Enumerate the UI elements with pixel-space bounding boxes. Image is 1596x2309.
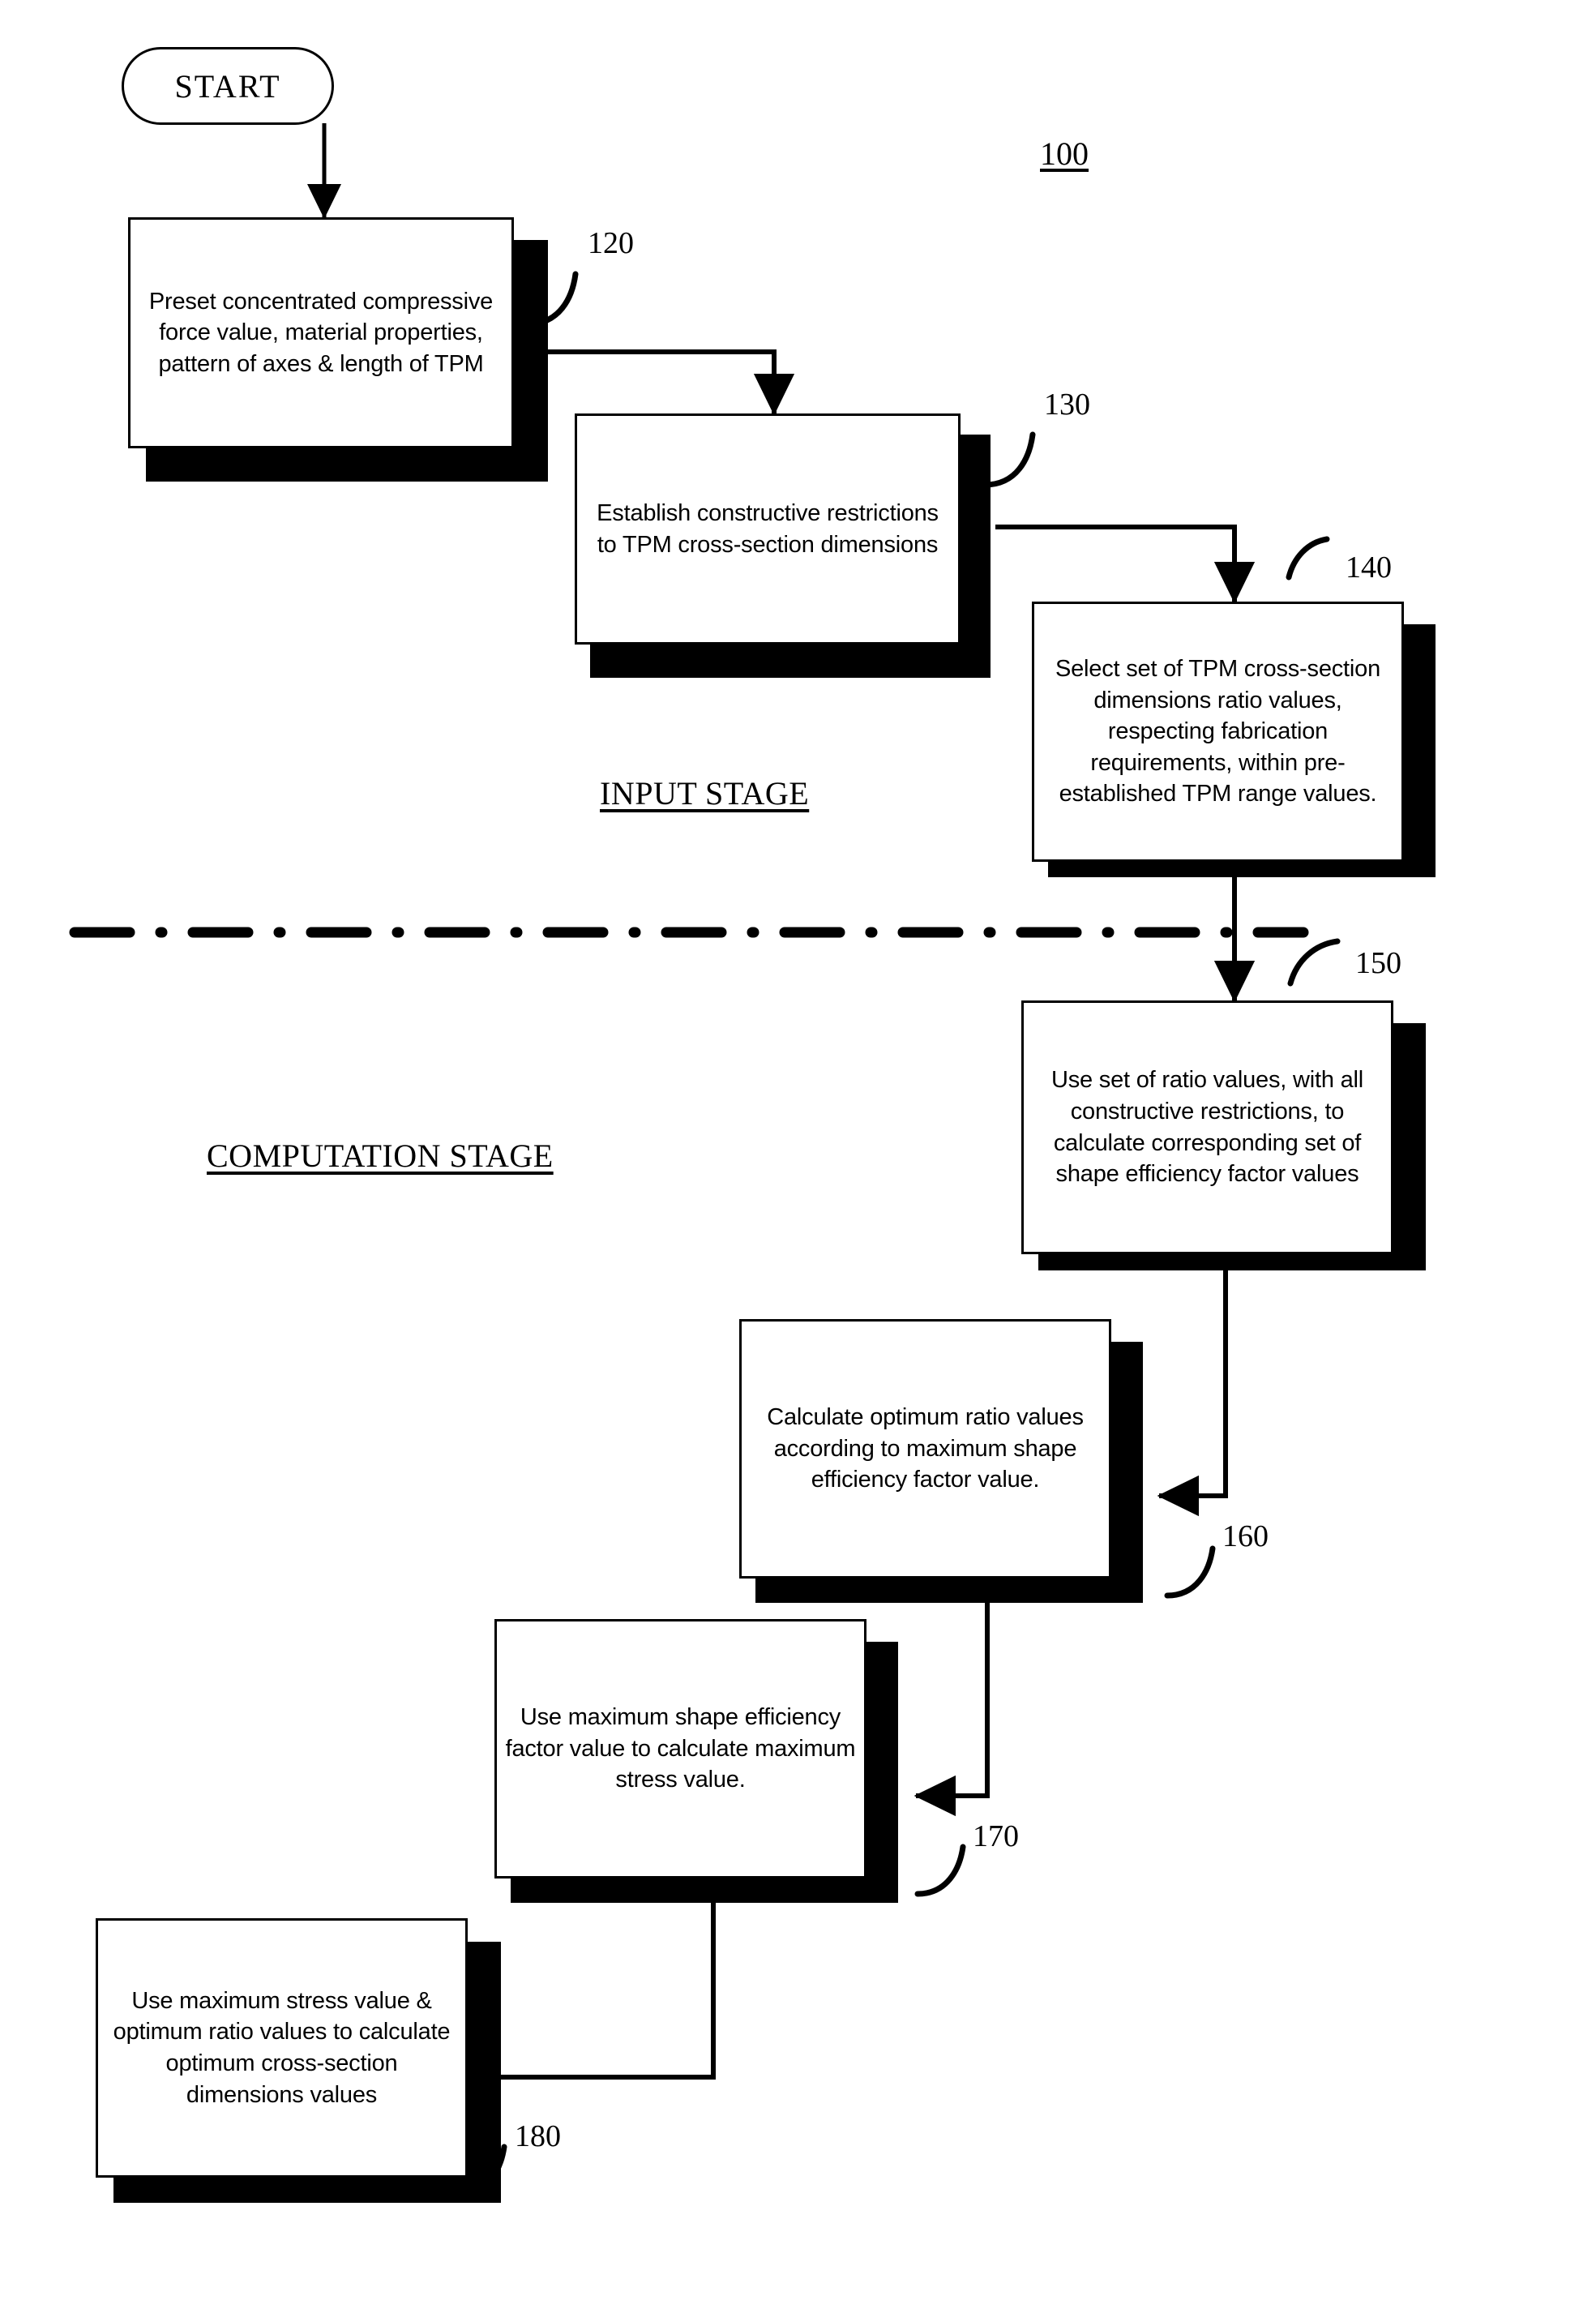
figure-number: 100 bbox=[1040, 135, 1089, 172]
node-180-ref: 180 bbox=[515, 2119, 561, 2153]
node-130[interactable]: Establish constructive restrictions to T… bbox=[575, 413, 961, 645]
node-170-text: Use maximum shape efficiency factor valu… bbox=[505, 1704, 856, 1793]
node-160[interactable]: Calculate optimum ratio values according… bbox=[739, 1319, 1111, 1579]
connector-120-to-130 bbox=[536, 349, 795, 416]
node-120[interactable]: Preset concentrated compressive force va… bbox=[128, 217, 514, 448]
node-160-text: Calculate optimum ratio values according… bbox=[767, 1404, 1084, 1493]
node-170[interactable]: Use maximum shape efficiency factor valu… bbox=[494, 1619, 866, 1878]
leader-160 bbox=[1164, 1545, 1216, 1599]
node-180-text: Use maximum stress value & optimum ratio… bbox=[113, 1987, 451, 2108]
node-170-ref: 170 bbox=[973, 1819, 1019, 1853]
node-120-text: Preset concentrated compressive force va… bbox=[148, 288, 494, 377]
node-140-ref: 140 bbox=[1346, 550, 1392, 585]
leader-140 bbox=[1286, 536, 1330, 580]
node-140[interactable]: Select set of TPM cross-section dimensio… bbox=[1032, 602, 1404, 862]
input-stage-label: INPUT STAGE bbox=[600, 775, 810, 812]
computation-stage-label: COMPUTATION STAGE bbox=[207, 1137, 554, 1174]
start-terminator: START bbox=[122, 47, 334, 125]
node-130-text: Establish constructive restrictions to T… bbox=[597, 499, 939, 558]
node-120-ref: 120 bbox=[588, 226, 634, 260]
node-180[interactable]: Use maximum stress value & optimum ratio… bbox=[96, 1918, 468, 2178]
node-150[interactable]: Use set of ratio values, with all constr… bbox=[1021, 1000, 1393, 1254]
leader-150 bbox=[1287, 938, 1341, 987]
node-160-ref: 160 bbox=[1222, 1519, 1269, 1553]
leader-170 bbox=[914, 1844, 966, 1897]
node-140-text: Select set of TPM cross-section dimensio… bbox=[1055, 656, 1381, 808]
node-130-ref: 130 bbox=[1044, 388, 1090, 422]
connector-160-to-170 bbox=[914, 1569, 990, 1817]
flowchart-page: START 100 INPUT STAGE COMPUTATION STAGE … bbox=[0, 0, 1596, 2309]
connector-130-to-140 bbox=[995, 525, 1256, 604]
node-150-text: Use set of ratio values, with all constr… bbox=[1050, 1067, 1364, 1188]
node-150-ref: 150 bbox=[1355, 946, 1401, 980]
connector-150-to-160 bbox=[1157, 1261, 1228, 1517]
leader-130 bbox=[982, 431, 1036, 488]
start-label: START bbox=[174, 67, 281, 105]
